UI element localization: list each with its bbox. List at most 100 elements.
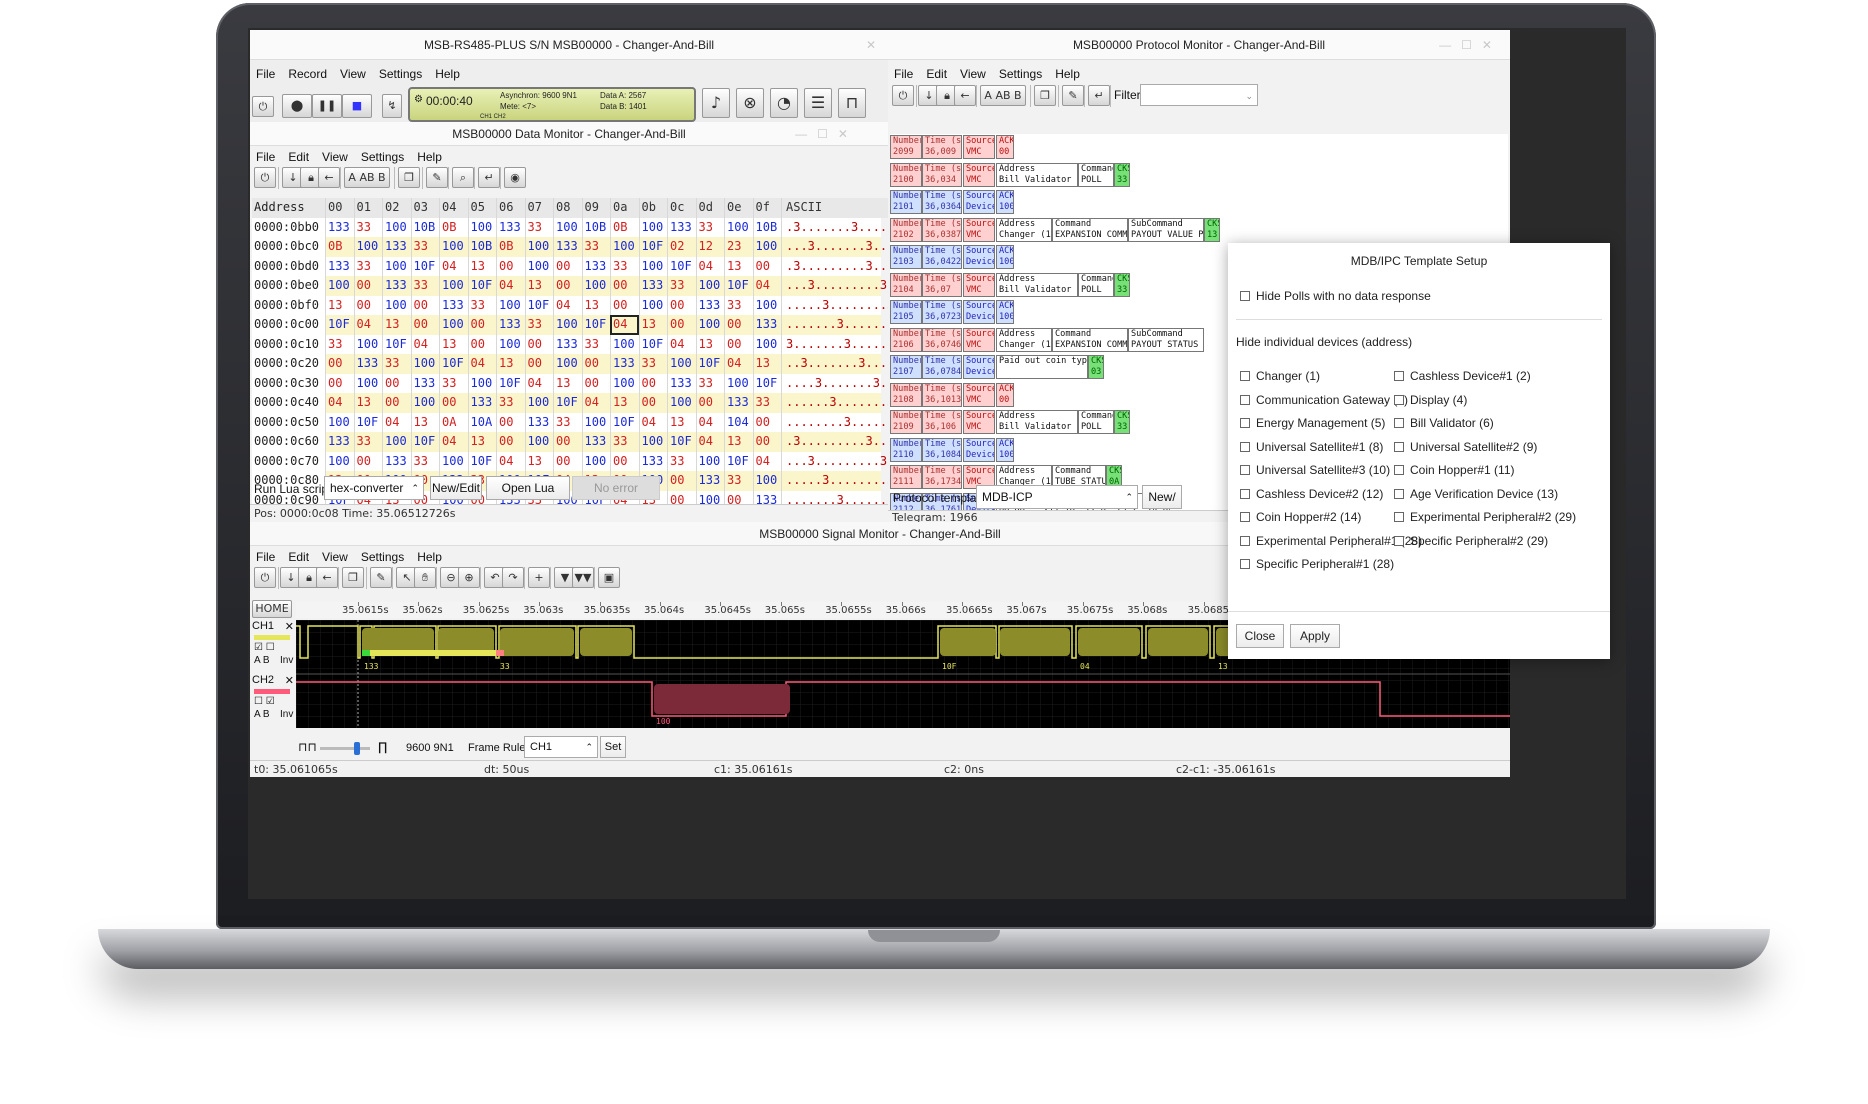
hex-byte[interactable]: 00 <box>496 432 525 452</box>
clear-icon[interactable]: ⊗ <box>736 88 764 118</box>
hex-byte[interactable]: 00 <box>410 295 439 315</box>
hex-byte[interactable]: 33 <box>382 354 411 374</box>
hex-byte[interactable]: 33 <box>581 237 610 257</box>
hex-byte[interactable]: 04 <box>382 412 411 432</box>
menu-help[interactable]: Help <box>417 550 442 564</box>
hex-byte[interactable]: 00 <box>353 295 382 315</box>
hex-byte[interactable]: 00 <box>581 354 610 374</box>
hex-byte[interactable]: 00 <box>752 432 781 452</box>
hide-polls-checkbox[interactable]: Hide Polls with no data response <box>1240 289 1431 303</box>
hex-byte[interactable]: 133 <box>752 315 781 335</box>
checkbox-box[interactable] <box>1394 535 1404 546</box>
hex-byte[interactable]: 133 <box>467 393 496 413</box>
hex-byte[interactable]: 100 <box>353 334 382 354</box>
device-checkbox[interactable]: Display (4) <box>1394 393 1467 407</box>
pause-button[interactable]: ❚❚ <box>312 94 342 118</box>
hex-byte[interactable]: 13 <box>467 432 496 452</box>
hex-byte[interactable]: 133 <box>581 256 610 276</box>
close-icon[interactable]: ✕ <box>285 620 294 633</box>
ab-filter-button[interactable]: A AB B <box>980 85 1026 106</box>
hex-byte[interactable]: 133 <box>667 217 696 237</box>
pin-icon[interactable]: ✎ <box>426 167 448 188</box>
hex-byte[interactable]: 00 <box>325 373 354 393</box>
checkbox-box[interactable] <box>1240 535 1250 546</box>
hex-byte[interactable]: 100 <box>382 432 411 452</box>
hex-byte[interactable]: 33 <box>524 217 553 237</box>
hex-byte[interactable]: 100 <box>382 256 411 276</box>
hex-byte[interactable]: 00 <box>553 451 582 471</box>
stop-button[interactable]: ■ <box>342 94 372 118</box>
hex-byte[interactable]: 133 <box>610 354 639 374</box>
enter-icon[interactable]: ↵ <box>478 167 500 188</box>
hex-byte[interactable]: 33 <box>667 276 696 296</box>
lua-script-select[interactable]: hex-converter ⌃ <box>324 476 424 500</box>
hex-byte[interactable]: 100 <box>524 432 553 452</box>
hex-byte[interactable]: 02 <box>667 237 696 257</box>
device-checkbox[interactable]: Specific Peripheral#1 (28) <box>1240 557 1394 571</box>
hex-byte[interactable]: 00 <box>752 256 781 276</box>
hex-row[interactable]: 0000:0bd0 133 33 100 10F 04 13 00 100 00 133 33 100 1… <box>252 256 888 276</box>
hex-byte[interactable]: 100 <box>439 315 468 335</box>
hex-byte[interactable]: 33 <box>581 334 610 354</box>
hex-byte[interactable]: 00 <box>667 471 696 491</box>
checkbox-box[interactable] <box>1394 512 1404 522</box>
hex-byte[interactable]: 10F <box>581 315 610 335</box>
hex-byte[interactable]: 13 <box>439 334 468 354</box>
hex-byte[interactable]: 100 <box>496 295 525 315</box>
ch1-checkbox-a[interactable]: ☑ ☐ <box>254 642 275 653</box>
hex-byte[interactable]: 10F <box>467 451 496 471</box>
hex-byte[interactable]: 10F <box>439 354 468 374</box>
record-button[interactable]: ⬤ <box>282 94 312 118</box>
hex-byte[interactable]: 10F <box>724 451 753 471</box>
checkbox-box[interactable] <box>1240 371 1250 381</box>
hex-row[interactable]: 0000:0bf0 13 00 100 00 133 33 100 10F 04 13 00 100 00… <box>252 295 888 315</box>
hex-byte[interactable]: 133 <box>695 471 724 491</box>
hex-byte[interactable]: 04 <box>496 451 525 471</box>
hex-byte[interactable]: 10F <box>724 276 753 296</box>
left-arrow-icon[interactable]: ← <box>318 167 340 188</box>
device-checkbox[interactable]: Specific Peripheral#2 (29) <box>1394 534 1548 548</box>
hex-byte[interactable]: 33 <box>524 315 553 335</box>
power-button[interactable]: ⏻ <box>252 96 274 117</box>
ch2-inv[interactable]: Inv <box>280 709 293 720</box>
menu-settings[interactable]: Settings <box>999 67 1042 81</box>
hex-byte[interactable]: 00 <box>610 451 639 471</box>
hex-byte[interactable]: 23 <box>724 237 753 257</box>
device-checkbox[interactable]: Coin Hopper#2 (14) <box>1240 510 1361 524</box>
close-icon[interactable]: ✕ <box>285 674 294 687</box>
hex-byte[interactable]: 10F <box>553 393 582 413</box>
hex-byte[interactable]: 04 <box>439 256 468 276</box>
ch2-checkbox-a[interactable]: ☐ ☑ <box>254 696 275 707</box>
packet-row[interactable]: Number2100Time (s)36,034SourceVMCAddress… <box>890 162 1508 190</box>
hex-byte[interactable]: 13 <box>496 354 525 374</box>
hex-byte[interactable]: 133 <box>382 451 411 471</box>
hex-byte[interactable]: 100 <box>410 393 439 413</box>
hex-byte[interactable]: 13 <box>724 256 753 276</box>
packet-row[interactable]: Number2099Time (s)36,009SourceVMCACK00 <box>890 134 1508 162</box>
hex-byte[interactable]: 133 <box>581 432 610 452</box>
hex-byte[interactable]: 10F <box>353 412 382 432</box>
hex-byte[interactable]: 133 <box>325 217 354 237</box>
eye-icon[interactable]: ◉ <box>504 167 526 188</box>
device-checkbox[interactable]: Changer (1) <box>1240 369 1320 383</box>
checkbox-box[interactable] <box>1240 488 1250 499</box>
menu-edit[interactable]: Edit <box>288 550 309 564</box>
hex-byte[interactable]: 33 <box>610 432 639 452</box>
hex-byte[interactable]: 33 <box>439 373 468 393</box>
hex-byte[interactable]: 00 <box>496 412 525 432</box>
hex-byte[interactable]: 13 <box>524 451 553 471</box>
hex-byte[interactable]: 100 <box>353 237 382 257</box>
hex-byte[interactable]: 13 <box>353 393 382 413</box>
hex-byte[interactable]: 133 <box>439 295 468 315</box>
hex-byte[interactable]: 10F <box>610 412 639 432</box>
hex-byte[interactable]: 10F <box>325 315 354 335</box>
hex-byte[interactable]: 100 <box>752 237 781 257</box>
search-icon[interactable]: ⌕ <box>452 167 474 188</box>
trigger-icon[interactable]: ↯ <box>382 94 402 118</box>
hex-row[interactable]: 0000:0c50 100 10F 04 13 0A 10A 00 133 33 100 10F 04 1… <box>252 412 888 432</box>
hex-row[interactable]: 0000:0be0 100 00 133 33 100 10F 04 13 00 100 00 133 3… <box>252 276 888 296</box>
hex-byte[interactable]: 133 <box>496 217 525 237</box>
hex-byte[interactable]: 100 <box>581 276 610 296</box>
hex-byte[interactable]: 100 <box>638 295 667 315</box>
hex-byte[interactable]: 04 <box>496 276 525 296</box>
